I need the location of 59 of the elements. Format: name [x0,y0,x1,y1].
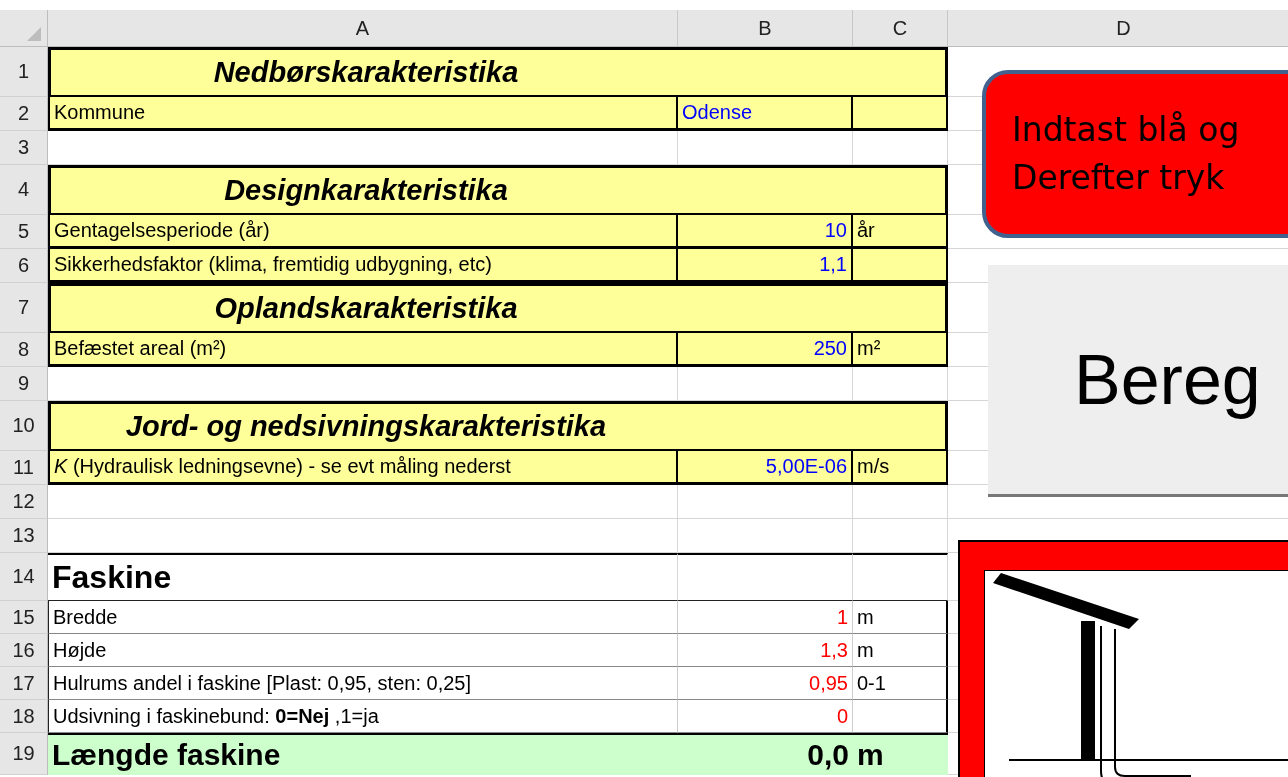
unit-cell: m/s [853,451,948,485]
unit-cell: 0-1 [853,667,948,700]
row-header[interactable]: 9 [0,367,48,401]
row-header[interactable]: 11 [0,451,48,485]
value-cell[interactable]: 0,0 [678,733,853,775]
empty-cell[interactable] [678,553,853,601]
row-header[interactable]: 12 [0,485,48,519]
empty-cell[interactable] [853,553,948,601]
unit-cell: m² [853,333,948,367]
column-header[interactable]: C [853,10,948,46]
unit-cell: m [853,601,948,634]
row-header[interactable]: 3 [0,131,48,165]
row-header[interactable]: 16 [0,634,48,667]
section-title: Faskine [48,553,678,601]
row-header[interactable]: 1 [0,47,48,97]
value-cell[interactable]: 0,95 [678,667,853,700]
select-all-icon[interactable] [27,27,41,41]
instruction-text: Indtast blå og [1012,110,1241,150]
row-header[interactable]: 8 [0,333,48,367]
row-header[interactable]: 14 [0,553,48,601]
column-header[interactable]: D [948,10,1288,46]
label-cell: Bredde [48,601,678,634]
unit-cell: år [853,215,948,249]
row-header[interactable]: 19 [0,733,48,775]
column-header[interactable]: A [48,10,678,46]
label-cell: Sikkerhedsfaktor (klima, fremtidig udbygning, etc) [48,249,678,283]
label-cell: Gentagelsesperiode (år) [48,215,678,249]
column-header[interactable]: B [678,10,853,46]
label-cell: Hulrums andel i faskine [Plast: 0,95, sten: 0,25] [48,667,678,700]
unit-cell: m [853,634,948,667]
calculate-button[interactable]: Bereg [988,265,1288,497]
unit-cell: m [853,733,948,775]
row-header[interactable]: 17 [0,667,48,700]
label-cell: K (Hydraulisk ledningsevne) - se evt måling nederst [48,451,678,485]
value-cell[interactable]: 250 [678,333,853,367]
row-header[interactable]: 6 [0,249,48,283]
row-header[interactable]: 7 [0,283,48,333]
value-cell[interactable]: 5,00E-06 [678,451,853,485]
row-header[interactable]: 4 [0,165,48,215]
value-cell[interactable]: 1,1 [678,249,853,283]
row-header[interactable]: 10 [0,401,48,451]
row-header[interactable]: 13 [0,519,48,553]
row-header[interactable]: 18 [0,700,48,733]
label-cell: Kommune [48,97,678,131]
label-cell: Højde [48,634,678,667]
section-heading: Nedbørskarakteristika [48,47,948,97]
value-cell[interactable]: 1,3 [678,634,853,667]
row-header[interactable]: 5 [0,215,48,249]
instruction-text: Derefter tryk [1012,158,1226,198]
section-heading: Oplandskarakteristika [48,283,948,333]
value-cell[interactable]: 10 [678,215,853,249]
label-cell: Længde faskine [48,733,678,775]
row-header[interactable]: 2 [0,97,48,131]
section-heading: Designkarakteristika [48,165,948,215]
label-cell: Befæstet areal (m²) [48,333,678,367]
value-cell[interactable]: 1 [678,601,853,634]
value-cell[interactable]: Odense [678,97,853,131]
row-header[interactable]: 15 [0,601,48,634]
section-heading: Jord- og nedsivningskarakteristika [48,401,948,451]
